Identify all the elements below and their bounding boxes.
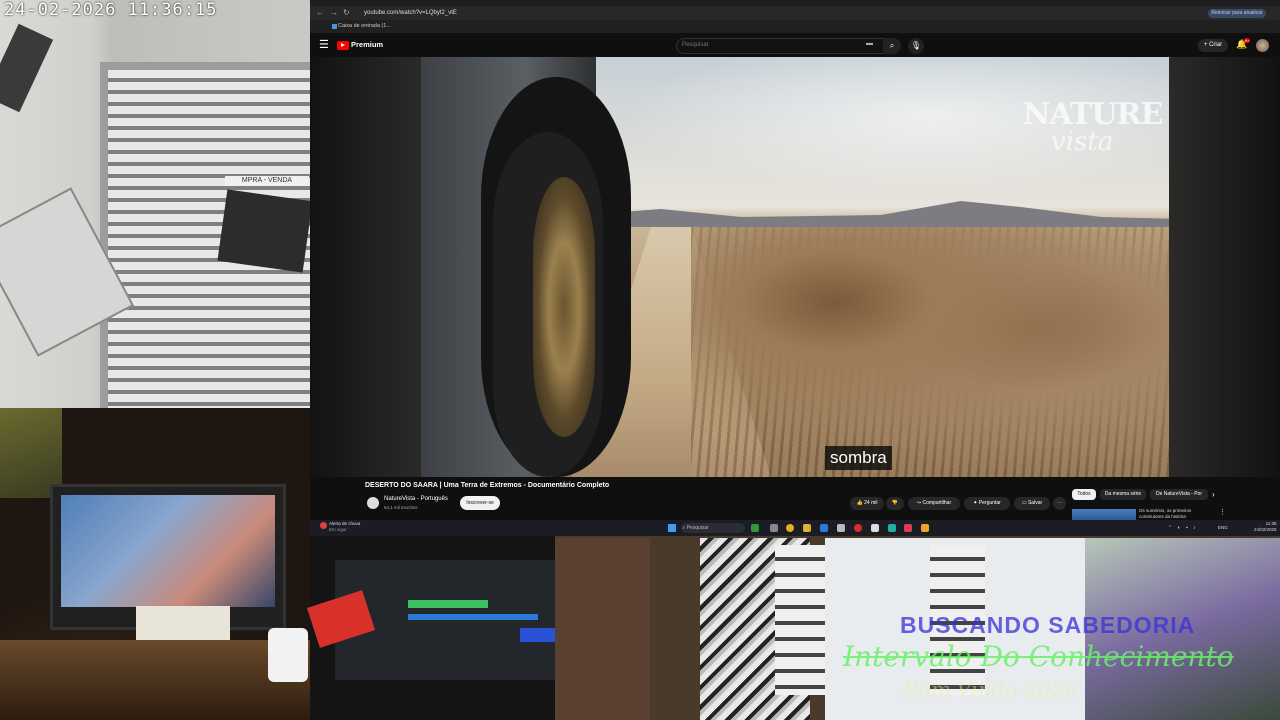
chip-same-series[interactable]: Da mesma série bbox=[1100, 489, 1146, 500]
notifications-badge: 9+ bbox=[1244, 38, 1250, 43]
recommendation-title[interactable]: Os sumérios, os primeiros construtores d… bbox=[1139, 508, 1209, 520]
clock-date: 24/02/2026 bbox=[1254, 527, 1277, 532]
overlay-welcome: Bem-Vindo 2026 bbox=[903, 678, 1078, 702]
system-tray-icons[interactable]: ⌃ ◐ ▪ ♪ bbox=[1168, 523, 1198, 533]
video-track bbox=[408, 614, 538, 620]
ambient-left bbox=[310, 57, 421, 477]
channel-name[interactable]: NatureVista - Português bbox=[384, 496, 448, 502]
chevron-right-icon[interactable]: › bbox=[1212, 489, 1215, 500]
app-icon-2[interactable] bbox=[770, 524, 778, 532]
keyboard-language[interactable]: ENG bbox=[1218, 523, 1228, 533]
video-clip bbox=[520, 628, 555, 642]
search-icon: ⌕ bbox=[889, 41, 895, 50]
dislike-button[interactable]: 👎 bbox=[886, 497, 904, 510]
app-icon-orange[interactable] bbox=[921, 524, 929, 532]
back-icon[interactable]: ← bbox=[316, 6, 324, 20]
bookmark-inbox[interactable]: Caixa de entrada (1... bbox=[338, 20, 391, 33]
recommendation-thumbnail[interactable] bbox=[1072, 509, 1136, 520]
audio-track bbox=[408, 600, 488, 608]
video-title: DESERTO DO SAARA | Uma Terra de Extremos… bbox=[365, 482, 610, 489]
door bbox=[555, 538, 650, 720]
edge-icon[interactable] bbox=[820, 524, 828, 532]
weather-alert-icon[interactable] bbox=[320, 522, 327, 529]
share-button[interactable]: ↪ Compartilhar bbox=[908, 497, 960, 510]
account-avatar[interactable] bbox=[1256, 39, 1269, 52]
subscriber-count: 64,1 mil inscritos bbox=[384, 505, 418, 510]
search-placeholder[interactable]: Pesquisar bbox=[682, 40, 709, 50]
like-count: 24 mil bbox=[864, 500, 878, 506]
app-icon-white[interactable] bbox=[871, 524, 879, 532]
like-button[interactable]: 👍 24 mil bbox=[850, 497, 884, 510]
monitor-screen bbox=[61, 495, 275, 607]
app-icon-teal[interactable] bbox=[888, 524, 896, 532]
taskbar-search[interactable]: ⌕ Pesquisar bbox=[681, 523, 745, 533]
keyboard-icon[interactable]: ▬ bbox=[866, 40, 873, 47]
chip-from-channel[interactable]: De NatureVista - Por bbox=[1150, 489, 1208, 500]
watermark-vista: vista bbox=[1051, 127, 1114, 157]
app-icon-pink[interactable] bbox=[904, 524, 912, 532]
share-label: Compartilhar bbox=[922, 500, 952, 506]
taskbar-search-placeholder: Pesquisar bbox=[686, 525, 709, 531]
create-label: Criar bbox=[1209, 42, 1223, 48]
wheel-rim bbox=[533, 177, 595, 437]
reload-icon[interactable]: ↻ bbox=[343, 6, 350, 20]
thumbs-up-icon: 👍 bbox=[856, 500, 863, 506]
store-icon[interactable] bbox=[837, 524, 845, 532]
url-text[interactable]: youtube.com/watch?v=LQbyt2_vtE bbox=[364, 8, 1064, 18]
hanging-laptop bbox=[0, 23, 54, 113]
bottle bbox=[268, 628, 308, 682]
overlay-subtitle: Intervalo Do Conhecimento bbox=[843, 640, 1234, 673]
ask-label: Perguntar bbox=[978, 500, 1001, 506]
youtube-logo-icon[interactable] bbox=[337, 41, 349, 50]
desk-surface bbox=[0, 640, 310, 720]
app-icon-red[interactable] bbox=[854, 524, 862, 532]
clock[interactable]: 11:36 24/02/2026 bbox=[1254, 521, 1277, 533]
share-icon: ↪ bbox=[916, 500, 922, 506]
channel-avatar[interactable] bbox=[367, 497, 379, 509]
forward-icon[interactable]: → bbox=[330, 6, 338, 20]
chrome-icon[interactable] bbox=[786, 524, 794, 532]
security-camera-feed: MPRA - VENDA bbox=[0, 0, 310, 408]
shop-sign: MPRA - VENDA bbox=[225, 176, 309, 186]
save-label: Salvar bbox=[1027, 500, 1043, 506]
mail-icon bbox=[332, 24, 337, 29]
microphone-icon: 🎙 bbox=[910, 41, 922, 50]
youtube-premium-label[interactable]: Premium bbox=[351, 40, 383, 49]
desert-shrubs bbox=[691, 227, 1169, 477]
ambient-right bbox=[1169, 57, 1280, 477]
more-actions-button[interactable]: ⋯ bbox=[1053, 497, 1066, 510]
video-subtitle: sombra bbox=[825, 446, 892, 470]
app-icon-1[interactable] bbox=[751, 524, 759, 532]
ask-button[interactable]: ✦ Perguntar bbox=[964, 497, 1010, 510]
more-icon: ⋯ bbox=[1057, 500, 1062, 506]
chip-all[interactable]: Todos bbox=[1072, 489, 1096, 500]
weather-status[interactable]: Em vigor bbox=[329, 527, 347, 532]
browser-window: ← → ↻ youtube.com/watch?v=LQbyt2_vtE Rei… bbox=[310, 0, 1280, 520]
camera-timestamp: 24-02-2026 11:36:15 bbox=[4, 0, 218, 20]
save-button[interactable]: ▭ Salvar bbox=[1014, 497, 1050, 510]
sparkle-icon: ✦ bbox=[973, 500, 978, 506]
menu-icon[interactable]: ☰ bbox=[319, 38, 329, 51]
restart-update-button[interactable]: Reiniciar para atualizar bbox=[1208, 9, 1266, 18]
thumbs-down-icon: 👎 bbox=[891, 500, 899, 506]
more-vert-icon[interactable]: ⋮ bbox=[1219, 508, 1226, 516]
overlay-title: BUSCANDO SABEDORIA bbox=[900, 612, 1196, 638]
voice-search-button[interactable]: 🎙 bbox=[908, 38, 924, 54]
subscribe-button[interactable]: Inscrever-se bbox=[460, 496, 500, 510]
video-player[interactable]: NATURE vista bbox=[421, 57, 1169, 477]
search-button[interactable]: ⌕ bbox=[883, 38, 901, 54]
windows-taskbar bbox=[310, 520, 1280, 536]
folder-icon[interactable] bbox=[803, 524, 811, 532]
bookmark-icon: ▭ bbox=[1021, 500, 1027, 506]
create-button[interactable]: + Criar bbox=[1198, 39, 1228, 52]
mountains bbox=[581, 201, 1169, 227]
windows-start-icon[interactable] bbox=[668, 524, 676, 532]
weather-title[interactable]: Alerta de chuva bbox=[329, 521, 360, 526]
bookmarks-bar bbox=[310, 20, 1280, 33]
hanging-laptop-dark bbox=[217, 189, 310, 273]
window-grille-left bbox=[775, 545, 825, 695]
